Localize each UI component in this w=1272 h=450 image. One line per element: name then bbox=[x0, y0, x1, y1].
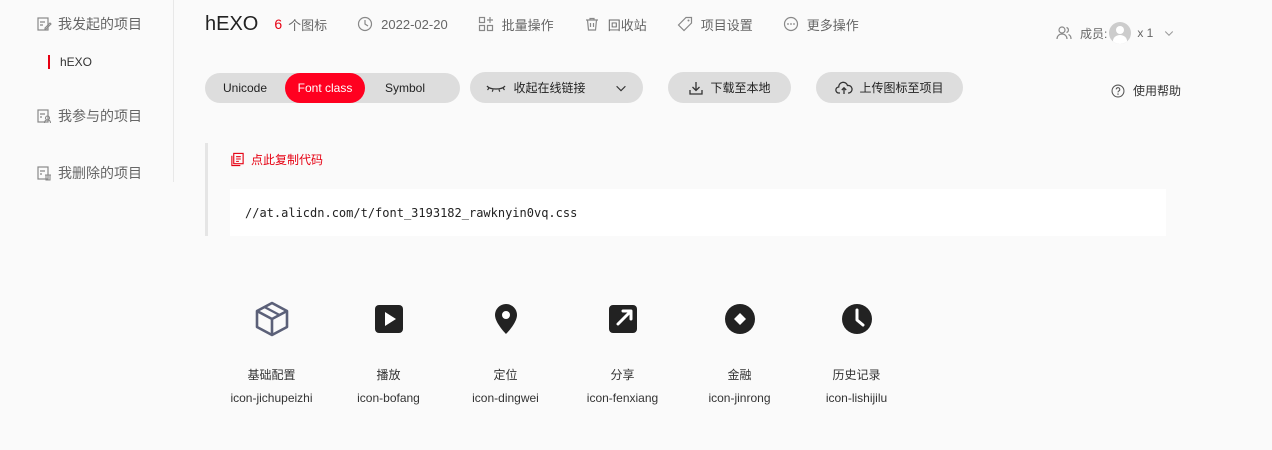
icon-name: 金融 bbox=[727, 368, 752, 382]
recycle-bin-label: 回收站 bbox=[607, 17, 647, 33]
icon-card[interactable]: 基础配置 icon-jichupeizhi bbox=[213, 300, 330, 405]
icon-name: 分享 bbox=[610, 368, 635, 382]
help-label: 使用帮助 bbox=[1133, 84, 1182, 98]
sidebar-item-deleted-projects[interactable]: 我删除的项目 bbox=[36, 163, 142, 183]
upload-icons-button[interactable]: 上传图标至项目 bbox=[816, 72, 963, 103]
download-icon bbox=[689, 81, 704, 95]
eye-closed-icon bbox=[486, 85, 507, 92]
format-tabs: Unicode Font class Symbol bbox=[205, 73, 460, 103]
download-local-button[interactable]: 下载至本地 bbox=[668, 72, 791, 103]
doc-user-icon bbox=[37, 109, 52, 124]
icon-name: 播放 bbox=[376, 368, 401, 382]
upload-icons-label: 上传图标至项目 bbox=[859, 81, 944, 95]
icon-name: 基础配置 bbox=[247, 368, 296, 382]
icon-grid: 基础配置 icon-jichupeizhi 播放 icon-bofang 定位 … bbox=[213, 300, 915, 405]
icon-class: icon-dingwei bbox=[472, 391, 539, 405]
icon-card[interactable]: 金融 icon-jinrong bbox=[681, 300, 798, 405]
icon-class: icon-jichupeizhi bbox=[230, 391, 313, 405]
share-icon bbox=[608, 305, 637, 333]
tab-unicode[interactable]: Unicode bbox=[205, 73, 285, 103]
more-actions-button[interactable]: 更多操作 bbox=[783, 15, 859, 34]
icon-class: icon-bofang bbox=[357, 391, 420, 405]
created-date: 2022-02-20 bbox=[357, 16, 448, 32]
batch-operations-label: 批量操作 bbox=[501, 17, 554, 33]
icon-card[interactable]: 分享 icon-fenxiang bbox=[564, 300, 681, 405]
icon-name: 历史记录 bbox=[832, 368, 881, 382]
sidebar-item-label: 我发起的项目 bbox=[58, 16, 142, 32]
location-pin-icon bbox=[494, 304, 517, 334]
help-link[interactable]: 使用帮助 bbox=[1111, 82, 1181, 99]
users-icon bbox=[1056, 26, 1072, 40]
icon-count: 6 bbox=[274, 16, 283, 32]
copy-code-label: 点此复制代码 bbox=[251, 153, 324, 167]
recycle-bin-button[interactable]: 回收站 bbox=[584, 15, 647, 34]
edit-doc-icon bbox=[37, 17, 52, 31]
icon-class: icon-jinrong bbox=[708, 391, 771, 405]
download-local-label: 下载至本地 bbox=[710, 81, 771, 95]
icon-name: 定位 bbox=[493, 368, 518, 382]
icon-count-label: 个图标 bbox=[288, 17, 328, 33]
help-circle-icon bbox=[1111, 84, 1125, 97]
more-actions-label: 更多操作 bbox=[806, 17, 859, 33]
tab-font-class[interactable]: Font class bbox=[285, 73, 365, 103]
cloud-upload-icon bbox=[835, 81, 854, 94]
batch-operations-button[interactable]: 批量操作 bbox=[478, 15, 554, 34]
css-link-code[interactable]: //at.alicdn.com/t/font_3193182_rawknyin0… bbox=[230, 189, 1166, 236]
tab-symbol[interactable]: Symbol bbox=[365, 73, 445, 103]
clock-icon bbox=[358, 16, 373, 32]
members-count: x 1 bbox=[1137, 26, 1154, 40]
batch-icon bbox=[478, 16, 493, 32]
avatar[interactable] bbox=[1109, 22, 1132, 44]
collapse-online-link-button[interactable]: 收起在线链接 bbox=[470, 72, 643, 103]
copy-code-link[interactable]: 点此复制代码 bbox=[230, 151, 323, 168]
project-settings-label: 项目设置 bbox=[700, 17, 753, 33]
tag-icon bbox=[677, 16, 692, 32]
trash-icon bbox=[585, 17, 598, 31]
sidebar-item-label: 我删除的项目 bbox=[58, 165, 142, 181]
chevron-down-icon[interactable] bbox=[1163, 27, 1175, 39]
members-dropdown[interactable]: 成员: x 1 bbox=[1056, 22, 1175, 44]
project-title: hEXO bbox=[205, 12, 259, 35]
icon-card[interactable]: 历史记录 icon-lishijilu bbox=[798, 300, 915, 405]
icon-card[interactable]: 播放 icon-bofang bbox=[330, 300, 447, 405]
play-icon bbox=[374, 305, 403, 333]
project-settings-button[interactable]: 项目设置 bbox=[677, 15, 753, 34]
online-link-panel: 点此复制代码 //at.alicdn.com/t/font_3193182_ra… bbox=[205, 143, 1166, 236]
cube-icon bbox=[255, 301, 288, 337]
copy-icon bbox=[231, 152, 244, 167]
collapse-online-link-label: 收起在线链接 bbox=[513, 81, 586, 95]
sidebar: 我发起的项目 hEXO 我参与的项目 我删除的项目 bbox=[0, 0, 174, 182]
clock-icon bbox=[841, 304, 872, 334]
sidebar-item-joined-projects[interactable]: 我参与的项目 bbox=[36, 106, 142, 126]
sidebar-item-label: 我参与的项目 bbox=[58, 108, 142, 124]
members-label: 成员: bbox=[1080, 26, 1108, 41]
sidebar-project-hexo[interactable]: hEXO bbox=[48, 55, 92, 69]
created-date-text: 2022-02-20 bbox=[381, 16, 448, 32]
icon-class: icon-lishijilu bbox=[825, 391, 888, 405]
chevron-down-icon bbox=[615, 85, 626, 91]
more-icon bbox=[783, 16, 798, 32]
icon-card[interactable]: 定位 icon-dingwei bbox=[447, 300, 564, 405]
sidebar-item-my-projects[interactable]: 我发起的项目 bbox=[36, 14, 142, 34]
icon-class: icon-fenxiang bbox=[586, 391, 659, 405]
coin-icon bbox=[724, 304, 755, 334]
doc-trash-icon bbox=[37, 166, 51, 181]
project-header: hEXO 6 个图标 2022-02-20 批量操作 回收站 项目设置 更多操作 bbox=[205, 10, 859, 38]
